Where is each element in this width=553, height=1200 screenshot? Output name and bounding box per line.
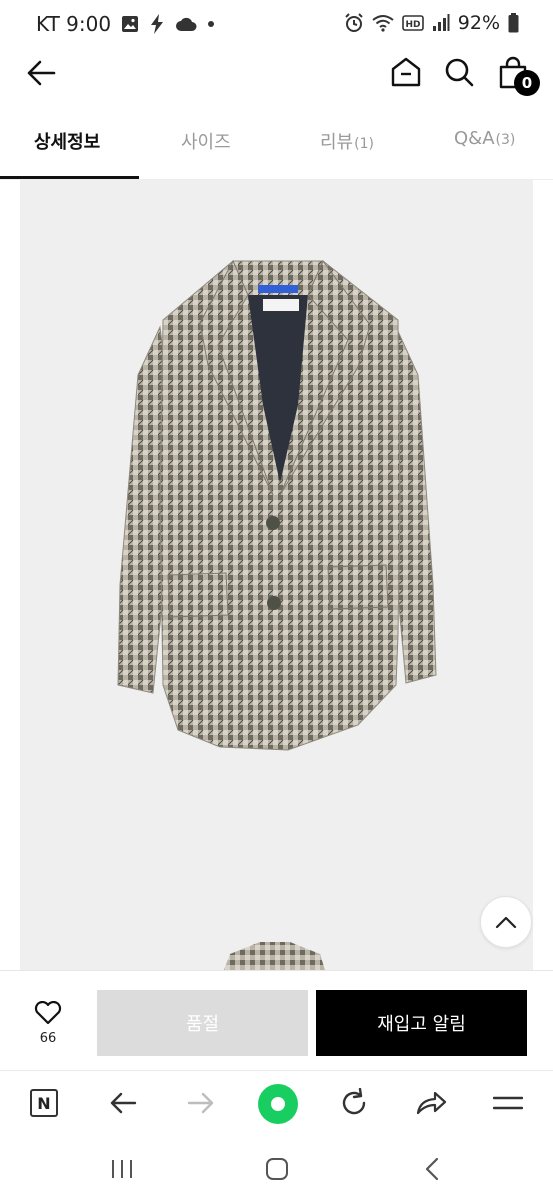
tab-qna-label: Q&A — [454, 128, 495, 149]
like-button[interactable]: 66 — [30, 1000, 66, 1046]
recent-apps-icon — [112, 1160, 132, 1178]
tab-reviews[interactable]: 리뷰 (1) — [320, 128, 374, 154]
chevron-left-icon — [425, 1157, 439, 1181]
browser-back-button[interactable] — [105, 1085, 141, 1121]
detail-tabs: 상세정보 사이즈 리뷰 (1) Q&A (3) — [0, 100, 553, 180]
dot-icon — [208, 21, 215, 27]
tab-qna[interactable]: Q&A (3) — [454, 128, 515, 149]
arrow-right-icon — [187, 1092, 214, 1114]
menu-button[interactable] — [490, 1085, 526, 1121]
tab-details[interactable]: 상세정보 — [34, 128, 100, 154]
cart-button[interactable]: 0 — [494, 56, 542, 96]
recent-apps-button[interactable] — [107, 1154, 137, 1184]
tab-reviews-count: (1) — [354, 136, 374, 152]
image-icon — [122, 16, 139, 32]
jacket-image-next — [223, 942, 325, 970]
restock-alert-button[interactable]: 재입고 알림 — [316, 990, 527, 1056]
tab-size-label: 사이즈 — [181, 132, 231, 153]
tab-qna-count: (3) — [495, 132, 516, 148]
like-count: 66 — [39, 1031, 57, 1046]
battery-percent: 92% — [457, 12, 500, 34]
green-dot-button[interactable] — [256, 1082, 300, 1126]
soldout-button[interactable]: 품절 — [97, 990, 308, 1056]
browser-toolbar: N — [0, 1070, 553, 1136]
app-bar: 0 — [0, 50, 553, 98]
home-icon[interactable] — [390, 56, 422, 88]
product-detail-image — [20, 180, 533, 970]
hd-icon: HD — [401, 15, 424, 31]
search-icon[interactable] — [443, 56, 475, 88]
cloud-icon — [176, 17, 197, 31]
scroll-to-top-button[interactable] — [480, 896, 532, 948]
carrier-time: KT 9:00 — [36, 12, 112, 36]
share-icon — [416, 1091, 447, 1115]
bolt-icon — [151, 14, 164, 34]
tab-reviews-label: 리뷰 — [320, 132, 354, 153]
browser-forward-button[interactable] — [183, 1085, 219, 1121]
battery-icon — [508, 13, 519, 33]
wifi-icon — [372, 15, 394, 32]
home-nav-button[interactable] — [262, 1154, 292, 1184]
signal-icon — [432, 14, 450, 31]
refresh-icon — [342, 1088, 366, 1115]
naver-home-button[interactable]: N — [26, 1085, 62, 1121]
naver-n-icon: N — [30, 1089, 58, 1117]
back-nav-button[interactable] — [417, 1154, 447, 1184]
chevron-up-icon — [495, 916, 517, 929]
purchase-bar: 66 품절 재입고 알림 — [0, 970, 553, 1070]
alarm-icon — [345, 13, 363, 32]
refresh-button[interactable] — [336, 1085, 372, 1121]
system-navigation-bar — [0, 1136, 553, 1200]
svg-text:HD: HD — [405, 20, 420, 30]
tab-details-label: 상세정보 — [34, 132, 101, 153]
hamburger-menu-icon — [493, 1096, 523, 1110]
home-square-icon — [266, 1158, 288, 1180]
status-bar: KT 9:00 HD 92% — [0, 0, 553, 50]
back-arrow-icon[interactable] — [24, 56, 58, 90]
active-tab-indicator — [0, 176, 139, 179]
share-button[interactable] — [413, 1085, 449, 1121]
jacket-image — [117, 259, 437, 751]
tab-size[interactable]: 사이즈 — [181, 128, 231, 154]
arrow-left-icon — [110, 1092, 137, 1114]
cart-count-badge: 0 — [514, 70, 540, 96]
green-dot-icon — [258, 1084, 298, 1124]
heart-icon — [34, 1000, 62, 1025]
